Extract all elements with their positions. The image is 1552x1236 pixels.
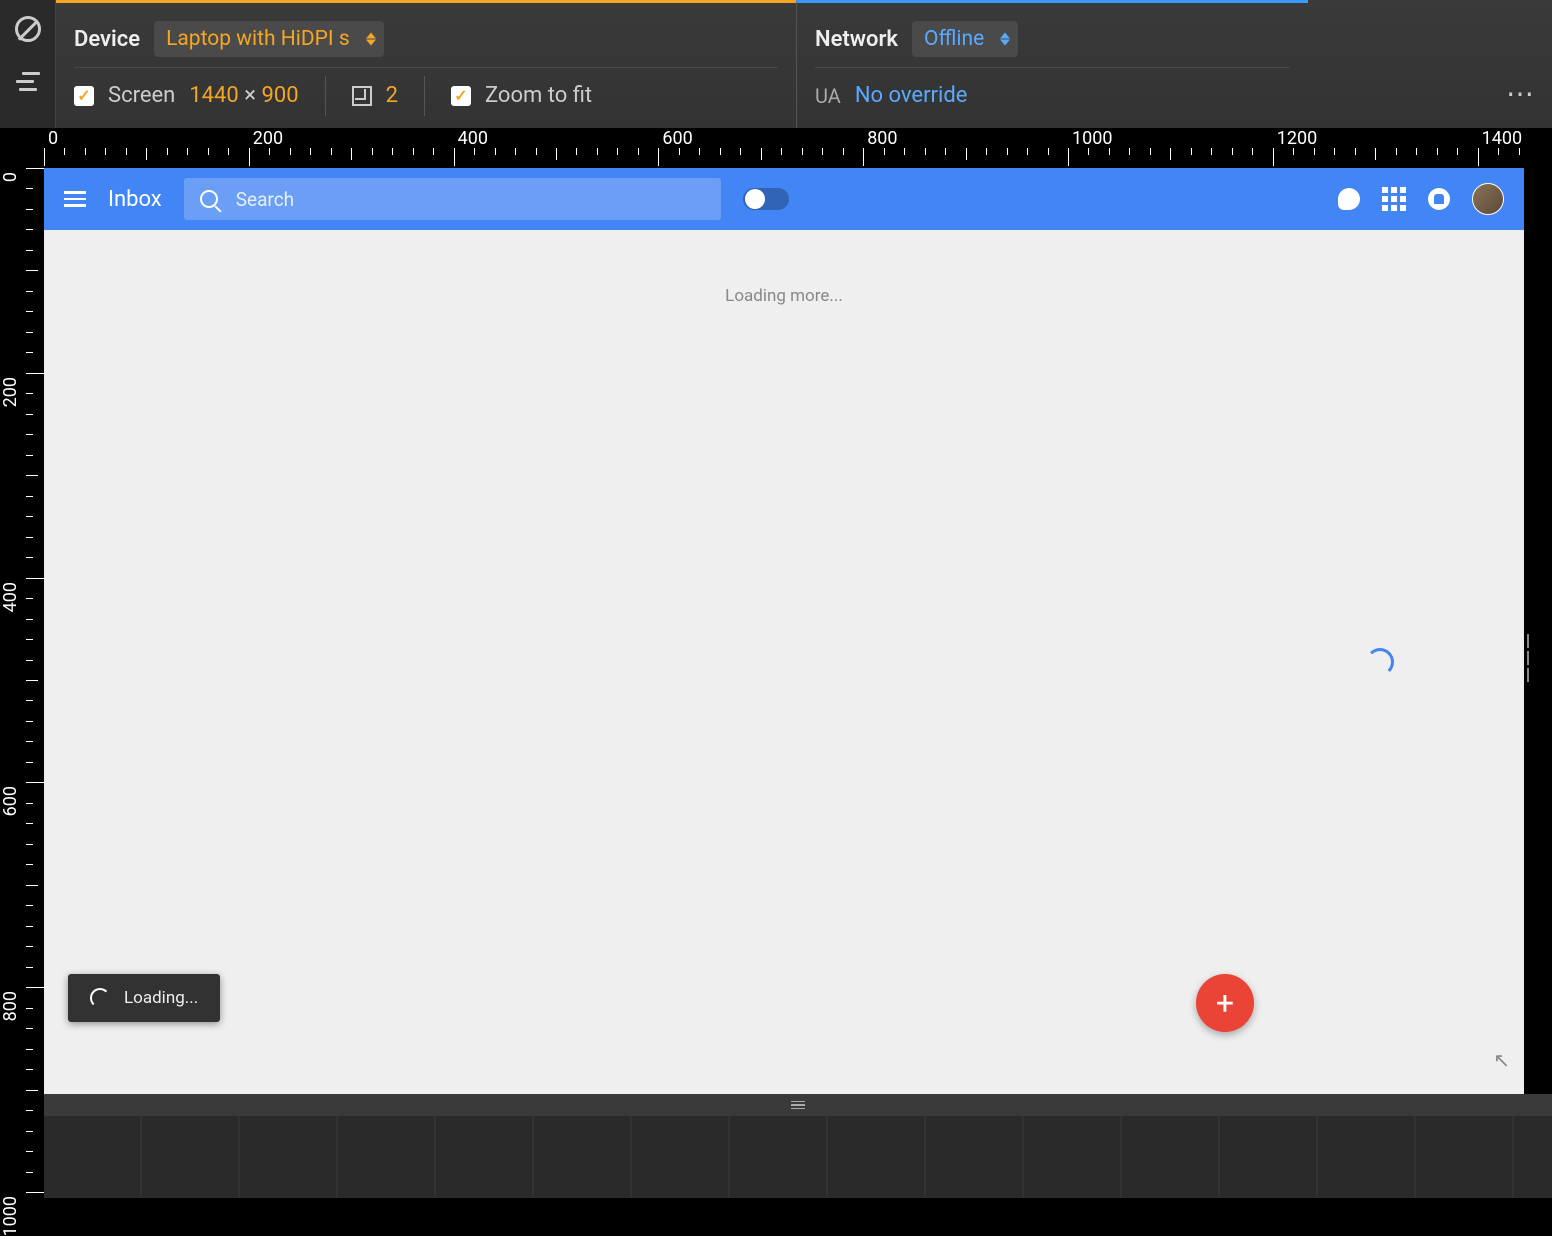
network-label: Network [815,27,898,52]
devtools-device-toolbar: Device Laptop with HiDPI s ✓ Screen 1440… [56,0,1552,128]
loading-more-text: Loading more... [44,230,1524,306]
screen-checkbox[interactable]: ✓ [74,86,94,106]
cancel-icon[interactable] [15,16,41,42]
settings-sliders-icon[interactable] [16,72,40,92]
toast-text: Loading... [124,988,198,1008]
plus-icon: + [1216,984,1234,1022]
search-bar[interactable]: Search [184,178,721,220]
ua-value[interactable]: No override [855,83,968,108]
network-select[interactable]: Offline [912,21,1018,57]
notifications-icon[interactable] [1428,188,1450,210]
resize-corner-icon[interactable]: ↖ [1493,1048,1510,1072]
hangouts-icon[interactable] [1338,188,1360,210]
network-select-value: Offline [924,27,984,51]
devtools-left-toolbar [0,0,56,128]
spinner-icon [1366,648,1394,676]
ruler-vertical: 02004006008001000 [0,168,44,1198]
zoom-label: Zoom to fit [485,83,592,108]
device-select[interactable]: Laptop with HiDPI s [154,21,384,57]
device-viewport: Inbox Search Loading more... + Loading..… [44,168,1524,1094]
resize-handle-right[interactable] [1524,628,1532,688]
pin-toggle[interactable] [743,188,789,210]
screen-label: Screen [108,83,175,108]
ua-label: UA [815,84,841,108]
avatar[interactable] [1472,183,1504,215]
select-arrows-icon [1000,33,1010,46]
devtools-drawer-handle[interactable] [44,1094,1552,1116]
dpr-icon [352,86,372,106]
ruler-horizontal: 0200400600800100012001400 [0,128,1552,168]
overflow-menu-icon[interactable]: ⋯ [1506,77,1552,110]
inbox-header: Inbox Search [44,168,1524,230]
select-arrows-icon [366,33,376,46]
search-icon [200,190,218,208]
search-placeholder: Search [236,188,294,211]
screen-width[interactable]: 1440 [189,83,238,108]
zoom-checkbox[interactable]: ✓ [451,86,471,106]
menu-icon[interactable] [64,191,86,207]
dpr-value[interactable]: 2 [386,83,398,108]
inbox-title: Inbox [108,187,162,212]
apps-grid-icon[interactable] [1382,187,1406,211]
compose-button[interactable]: + [1196,974,1254,1032]
device-select-value: Laptop with HiDPI s [166,27,350,51]
network-group: Network Offline UA No override [796,0,1308,128]
device-group: Device Laptop with HiDPI s ✓ Screen 1440… [56,0,796,128]
drawer-grip-icon [791,1101,805,1110]
device-label: Device [74,27,140,52]
times-symbol: × [244,83,256,108]
devtools-timeline[interactable] [44,1116,1552,1198]
screen-height[interactable]: 900 [261,83,298,108]
spinner-icon [90,988,110,1008]
loading-toast: Loading... [68,974,220,1022]
